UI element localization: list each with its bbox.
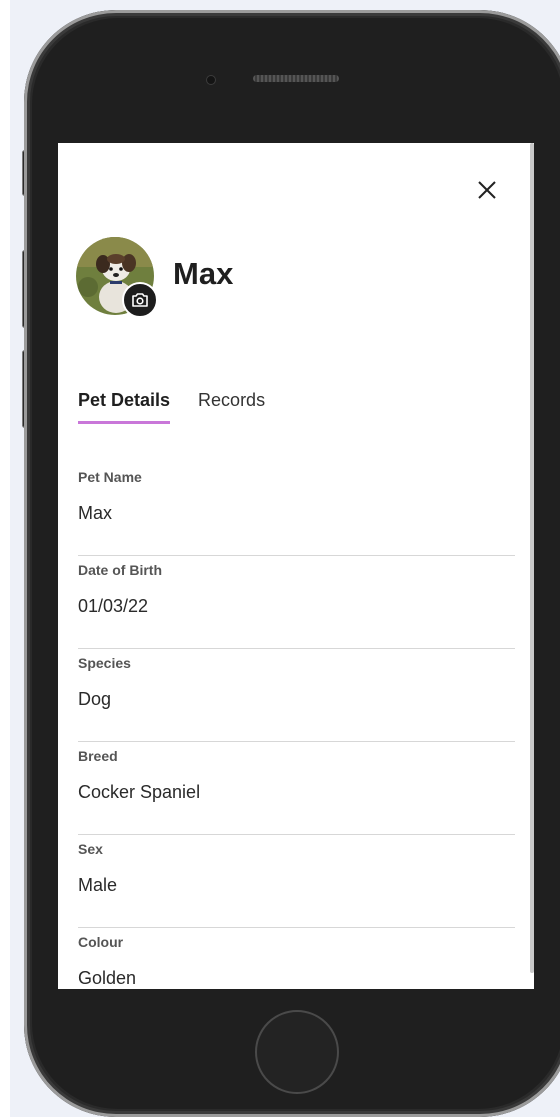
field-breed: Breed Cocker Spaniel [78, 742, 515, 835]
field-value: Male [78, 875, 118, 895]
tab-records[interactable]: Records [198, 390, 265, 424]
home-button[interactable] [255, 1010, 339, 1094]
field-date-of-birth: Date of Birth 01/03/22 [78, 556, 515, 649]
field-label: Colour [78, 934, 124, 950]
field-label: Pet Name [78, 469, 142, 485]
pet-detail-screen: Max Pet Details Records Pet Name Max Dat… [58, 143, 534, 989]
field-sex: Sex Male [78, 835, 515, 928]
close-icon[interactable] [476, 179, 498, 201]
earpiece-speaker [253, 75, 339, 82]
scrollbar[interactable] [530, 143, 534, 973]
field-value: 01/03/22 [78, 596, 149, 616]
field-value: Max [78, 503, 113, 523]
field-pet-name: Pet Name Max [78, 463, 515, 556]
field-label: Breed [78, 748, 118, 764]
field-species: Species Dog [78, 649, 515, 742]
field-colour: Colour Golden [78, 928, 515, 989]
field-value: Dog [78, 689, 112, 709]
pet-details-list: Pet Name Max Date of Birth 01/03/22 Spec… [78, 463, 515, 989]
tab-pet-details[interactable]: Pet Details [78, 390, 171, 424]
camera-icon [132, 293, 148, 307]
field-label: Date of Birth [78, 562, 162, 578]
detail-tabs: Pet Details Records [78, 390, 265, 424]
page-margin [0, 0, 10, 1117]
field-value: Cocker Spaniel [78, 782, 201, 802]
field-label: Species [78, 655, 131, 671]
field-value: Golden [78, 968, 137, 988]
field-label: Sex [78, 841, 103, 857]
pet-name-heading: Max [173, 256, 234, 291]
change-photo-button[interactable] [122, 282, 158, 318]
front-camera [206, 75, 216, 85]
